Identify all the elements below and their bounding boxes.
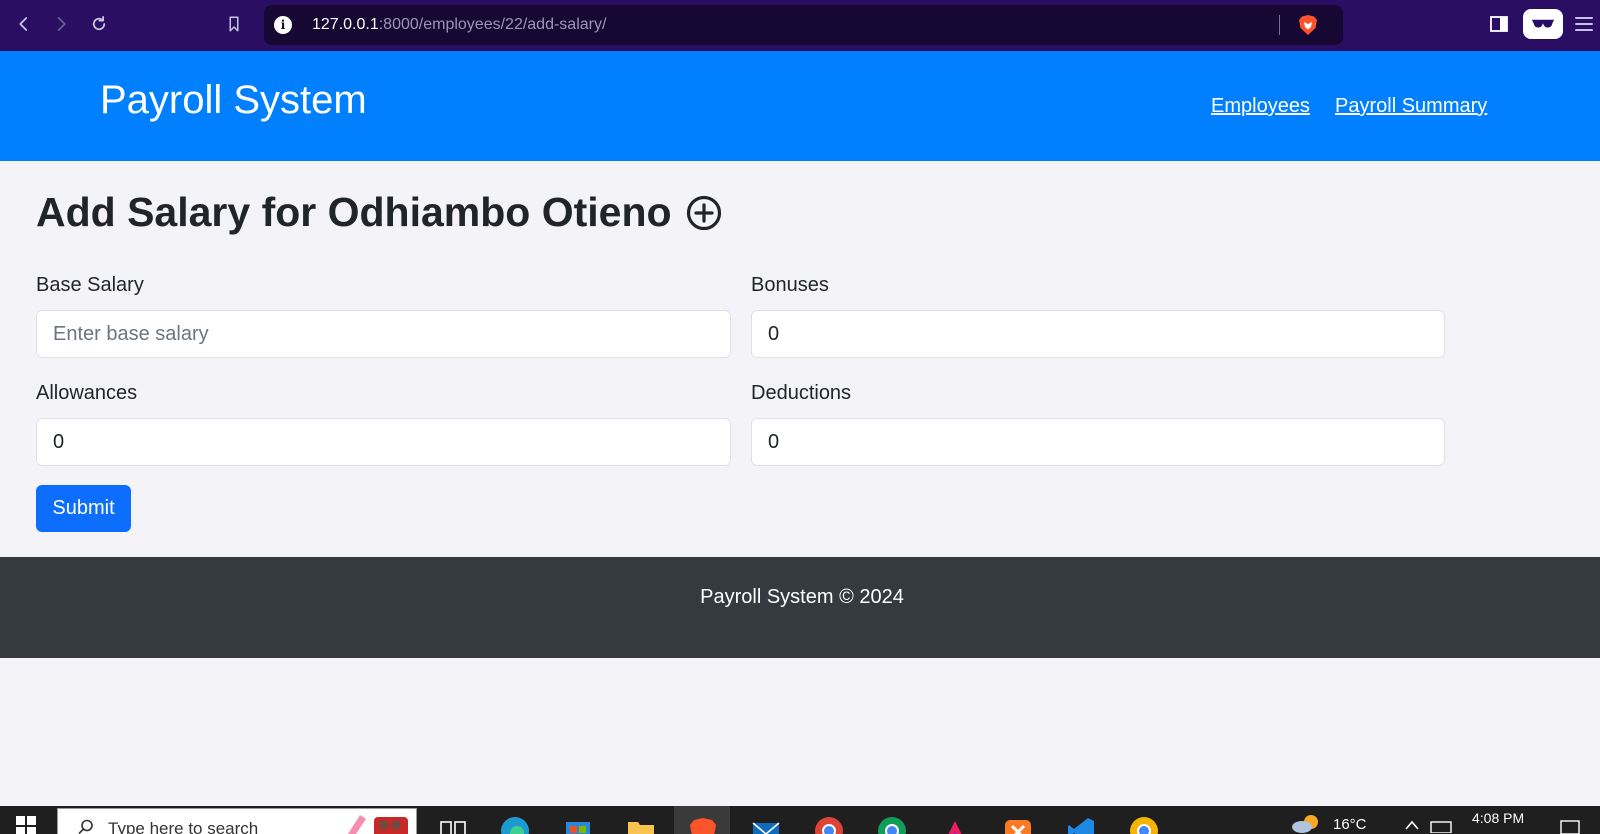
browser-toolbar: i 127.0.0.1:8000/employees/22/add-salary… [0, 0, 1600, 51]
microsoft-store-icon[interactable] [563, 816, 593, 834]
taskbar: Type here to search 16°C 4:08 PM [0, 806, 1600, 834]
brave-shield-icon[interactable] [1298, 14, 1318, 36]
site-footer: Payroll System © 2024 [0, 557, 1600, 658]
search-highlight-art-icon [347, 815, 408, 834]
glasses-icon [1531, 19, 1555, 28]
task-view-icon[interactable] [438, 816, 468, 834]
forward-icon[interactable] [47, 10, 75, 38]
chrome-icon[interactable] [814, 816, 844, 834]
footer-copyright: Payroll System © 2024 [700, 586, 904, 608]
chrome-profile-icon[interactable] [877, 816, 907, 834]
app-launcher-icon[interactable] [940, 816, 970, 834]
base-salary-label: Base Salary [36, 274, 144, 296]
bonuses-label: Bonuses [751, 274, 829, 296]
taskbar-search[interactable]: Type here to search [57, 808, 417, 834]
deductions-label: Deductions [751, 382, 852, 404]
weather-temperature[interactable]: 16°C [1333, 816, 1367, 833]
allowances-input[interactable] [36, 418, 731, 466]
brave-browser-icon[interactable] [688, 816, 718, 834]
page-title: Add Salary for Odhiambo Otieno [36, 189, 722, 236]
reader-mode-button[interactable] [1523, 9, 1563, 39]
search-icon [78, 819, 93, 834]
address-bar[interactable]: i 127.0.0.1:8000/employees/22/add-salary… [264, 5, 1343, 45]
url-text[interactable]: 127.0.0.1:8000/employees/22/add-salary/ [312, 16, 606, 34]
notifications-icon[interactable] [1560, 820, 1580, 834]
nav-link-payroll-summary[interactable]: Payroll Summary [1335, 95, 1487, 118]
mail-icon[interactable] [751, 816, 781, 834]
site-header: Payroll System Employees Payroll Summary [0, 51, 1600, 161]
bookmark-icon[interactable] [220, 10, 248, 38]
site-title: Payroll System [100, 78, 367, 122]
back-icon[interactable] [10, 10, 38, 38]
chrome-secondary-icon[interactable] [1129, 816, 1159, 834]
nav-link-employees[interactable]: Employees [1211, 95, 1310, 118]
tray-chevron-up-icon[interactable] [1405, 820, 1419, 830]
bonuses-input[interactable] [751, 310, 1445, 358]
plus-circle-icon [686, 195, 721, 230]
allowances-label: Allowances [36, 382, 138, 404]
taskbar-search-placeholder: Type here to search [108, 819, 259, 834]
page-title-text: Add Salary for Odhiambo Otieno [36, 189, 672, 235]
edge-browser-icon[interactable] [500, 816, 530, 834]
file-explorer-icon[interactable] [626, 816, 656, 834]
windows-start-icon[interactable] [16, 816, 36, 834]
sidebar-toggle-icon[interactable] [1489, 14, 1509, 34]
weather-cloud-icon[interactable] [1290, 814, 1322, 834]
clock-time[interactable]: 4:08 PM [1472, 810, 1524, 826]
deductions-input[interactable] [751, 418, 1445, 466]
base-salary-input[interactable] [36, 310, 731, 358]
reload-icon[interactable] [85, 10, 113, 38]
site-info-icon[interactable]: i [274, 16, 292, 34]
vscode-icon[interactable] [1066, 816, 1096, 834]
address-separator [1279, 15, 1280, 35]
url-path: :8000/employees/22/add-salary/ [378, 16, 607, 33]
xampp-icon[interactable] [1003, 816, 1033, 834]
hamburger-menu-icon[interactable] [1574, 14, 1594, 34]
network-icon[interactable] [1430, 821, 1452, 833]
url-host: 127.0.0.1 [312, 16, 379, 33]
submit-button[interactable]: Submit [36, 485, 131, 532]
